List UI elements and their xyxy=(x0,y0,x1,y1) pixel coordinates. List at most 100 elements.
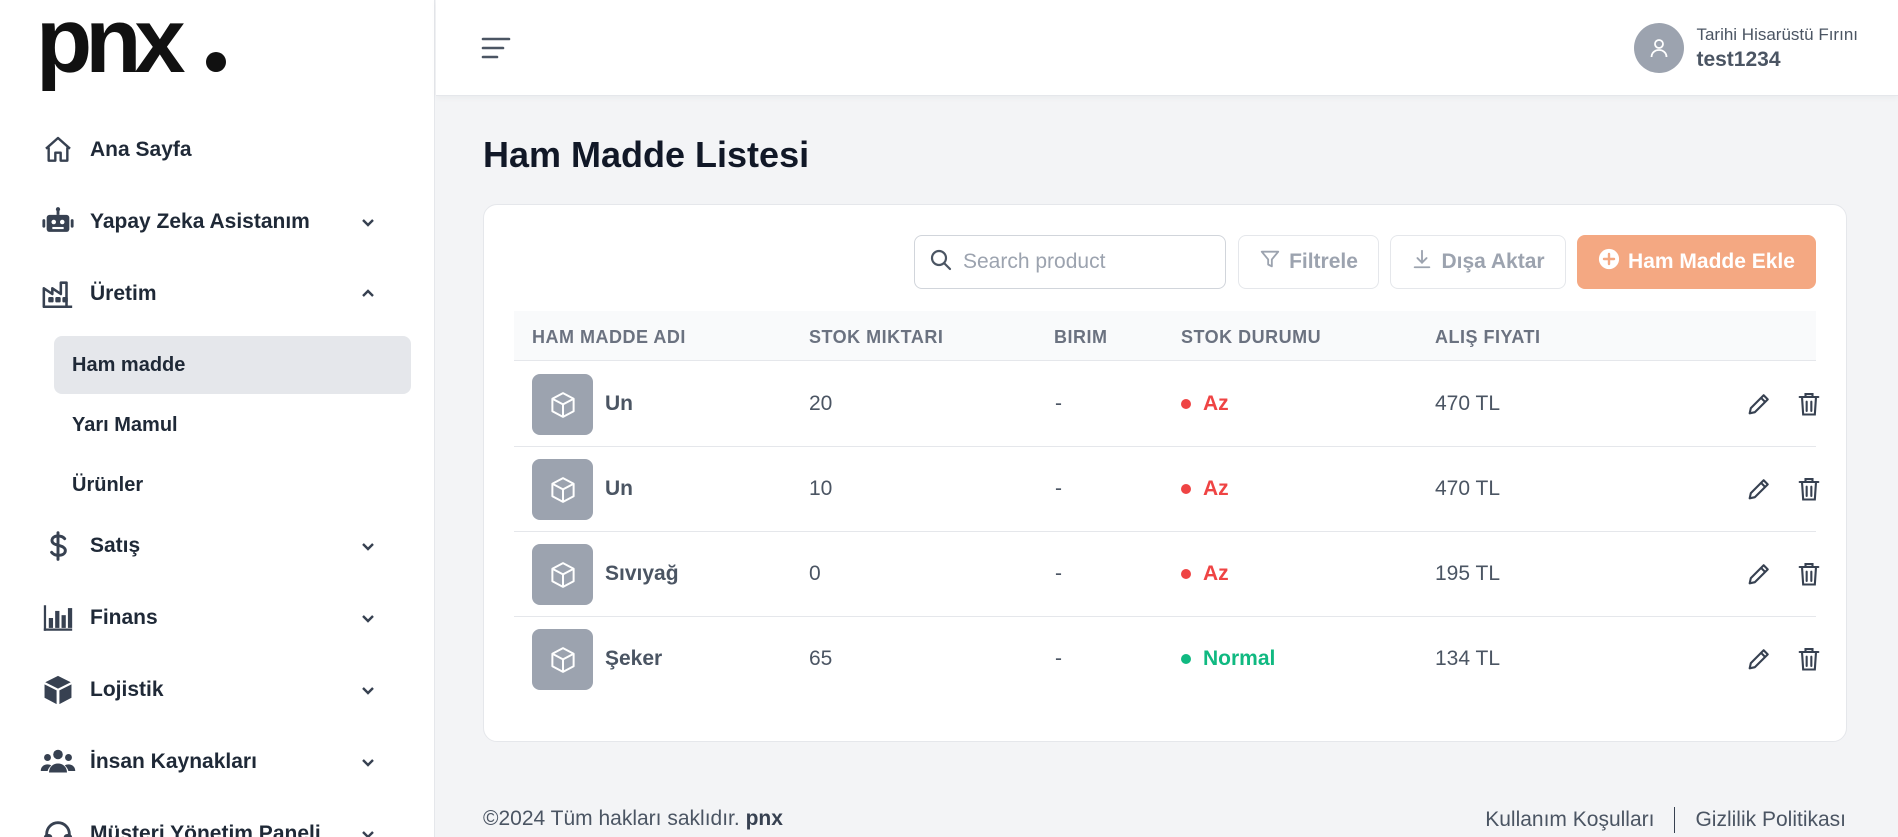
sidebar-item-ana-sayfa[interactable]: Ana Sayfa xyxy=(40,124,400,176)
table-row[interactable]: Sıvıyağ 0 - Az 195 TL xyxy=(514,532,1820,617)
column-header[interactable]: BIRIM xyxy=(1054,327,1108,348)
chevron-down-icon xyxy=(356,606,380,630)
sidebar-item-label: Satış xyxy=(90,534,141,557)
add-button-label: Ham Madde Ekle xyxy=(1628,250,1795,273)
edit-icon[interactable] xyxy=(1745,390,1773,418)
sidebar-subitem-yari-mamul[interactable]: Yarı Mamul xyxy=(54,396,411,454)
username: test1234 xyxy=(1696,47,1781,71)
edit-icon[interactable] xyxy=(1745,645,1773,673)
row-price: 470 TL xyxy=(1435,392,1500,415)
sidebar-item-label: İnsan Kaynakları xyxy=(90,750,257,773)
row-price: 470 TL xyxy=(1435,477,1500,500)
status-badge: Az xyxy=(1181,392,1229,416)
chevron-down-icon xyxy=(356,678,380,702)
row-name: Sıvıyağ xyxy=(605,562,679,585)
avatar[interactable] xyxy=(1634,23,1685,73)
sidebar-item-label: Müşteri Yönetim Paneli xyxy=(90,822,321,837)
sidebar-item-satis[interactable]: Satış xyxy=(40,520,400,572)
row-name: Un xyxy=(605,392,633,415)
sidebar: pnx Ana Sayfa Yapay Zeka Asistanım Üreti… xyxy=(0,0,435,837)
trash-icon[interactable] xyxy=(1795,475,1823,503)
status-badge: Normal xyxy=(1181,647,1275,671)
trash-icon[interactable] xyxy=(1795,390,1823,418)
menu-icon[interactable] xyxy=(480,32,512,64)
table-header: HAM MADDE ADI STOK MIKTARI BIRIM STOK DU… xyxy=(514,311,1816,361)
sidebar-item-musteri-yonetim[interactable]: Müşteri Yönetim Paneli xyxy=(40,808,400,837)
export-button[interactable]: Dışa Aktar xyxy=(1390,235,1566,289)
row-unit: - xyxy=(1055,647,1062,670)
search-field[interactable] xyxy=(914,235,1226,289)
sidebar-item-yapay-zeka[interactable]: Yapay Zeka Asistanım xyxy=(40,196,400,248)
table-row[interactable]: Un 20 - Az 470 TL xyxy=(514,362,1820,447)
chevron-down-icon xyxy=(356,534,380,558)
footer-divider xyxy=(1674,807,1676,833)
raw-material-card: Filtrele Dışa Aktar Ham Madde Ekle HAM M… xyxy=(483,204,1847,742)
terms-link[interactable]: Kullanım Koşulları xyxy=(1485,808,1654,832)
row-stock: 20 xyxy=(809,392,833,415)
sidebar-subitem-ham-madde[interactable]: Ham madde xyxy=(54,336,411,394)
sidebar-subitem-label: Ürünler xyxy=(72,473,144,496)
headset-icon xyxy=(40,816,76,837)
product-image xyxy=(532,374,593,435)
filter-button-label: Filtrele xyxy=(1289,250,1358,273)
users-icon xyxy=(40,744,76,780)
user-menu[interactable]: Tarihi Hisarüstü Fırını test1234 xyxy=(1634,20,1858,76)
sidebar-subitem-label: Yarı Mamul xyxy=(72,413,178,436)
table-row[interactable]: Şeker 65 - Normal 134 TL xyxy=(514,617,1820,702)
edit-icon[interactable] xyxy=(1745,475,1773,503)
row-price: 134 TL xyxy=(1435,647,1500,670)
footer-copyright: ©2024 Tüm hakları saklıdır. pnx xyxy=(483,807,783,830)
pnx-logo[interactable]: pnx xyxy=(36,0,236,100)
row-stock: 10 xyxy=(809,477,833,500)
product-image xyxy=(532,629,593,690)
top-bar: Tarihi Hisarüstü Fırını test1234 xyxy=(436,0,1898,96)
trash-icon[interactable] xyxy=(1795,560,1823,588)
svg-text:pnx: pnx xyxy=(36,10,185,92)
sidebar-item-insan-kaynaklari[interactable]: İnsan Kaynakları xyxy=(40,736,400,788)
product-image xyxy=(532,459,593,520)
chevron-up-icon xyxy=(356,282,380,306)
sidebar-item-label: Lojistik xyxy=(90,678,164,701)
status-badge: Az xyxy=(1181,477,1229,501)
status-badge: Az xyxy=(1181,562,1229,586)
chevron-down-icon xyxy=(356,750,380,774)
sidebar-item-uretim[interactable]: Üretim xyxy=(40,268,400,320)
row-name: Şeker xyxy=(605,647,663,670)
row-stock: 65 xyxy=(809,647,833,670)
row-unit: - xyxy=(1055,477,1062,500)
page-title: Ham Madde Listesi xyxy=(483,134,810,175)
sidebar-item-label: Finans xyxy=(90,606,158,629)
column-header[interactable]: HAM MADDE ADI xyxy=(532,327,686,348)
robot-icon xyxy=(40,204,76,240)
column-header[interactable]: STOK MIKTARI xyxy=(809,327,943,348)
add-raw-material-button[interactable]: Ham Madde Ekle xyxy=(1577,235,1816,289)
column-header[interactable]: ALIŞ FIYATI xyxy=(1435,327,1541,348)
sidebar-item-lojistik[interactable]: Lojistik xyxy=(40,664,400,716)
company-name: Tarihi Hisarüstü Fırını xyxy=(1696,24,1858,44)
factory-icon xyxy=(40,276,76,312)
table-row[interactable]: Un 10 - Az 470 TL xyxy=(514,447,1820,532)
row-unit: - xyxy=(1055,392,1062,415)
sidebar-subitem-label: Ham madde xyxy=(72,353,186,376)
export-button-label: Dışa Aktar xyxy=(1441,250,1545,273)
column-header[interactable]: STOK DURUMU xyxy=(1181,327,1321,348)
search-icon xyxy=(929,248,953,277)
product-image xyxy=(532,544,593,605)
chevron-down-icon xyxy=(356,822,380,837)
sidebar-item-finans[interactable]: Finans xyxy=(40,592,400,644)
edit-icon[interactable] xyxy=(1745,560,1773,588)
sidebar-item-label: Yapay Zeka Asistanım xyxy=(90,210,310,233)
row-price: 195 TL xyxy=(1435,562,1500,585)
sidebar-subitem-urunler[interactable]: Ürünler xyxy=(54,456,411,514)
footer-brand: pnx xyxy=(745,807,783,830)
home-icon xyxy=(40,132,76,168)
row-stock: 0 xyxy=(809,562,821,585)
cube-icon xyxy=(550,646,575,673)
box-icon xyxy=(40,672,76,708)
search-input[interactable] xyxy=(963,250,1203,274)
filter-button[interactable]: Filtrele xyxy=(1238,235,1379,289)
bar-chart-icon xyxy=(40,600,76,636)
trash-icon[interactable] xyxy=(1795,645,1823,673)
sidebar-item-label: Ana Sayfa xyxy=(90,138,192,161)
privacy-link[interactable]: Gizlilik Politikası xyxy=(1695,808,1846,832)
